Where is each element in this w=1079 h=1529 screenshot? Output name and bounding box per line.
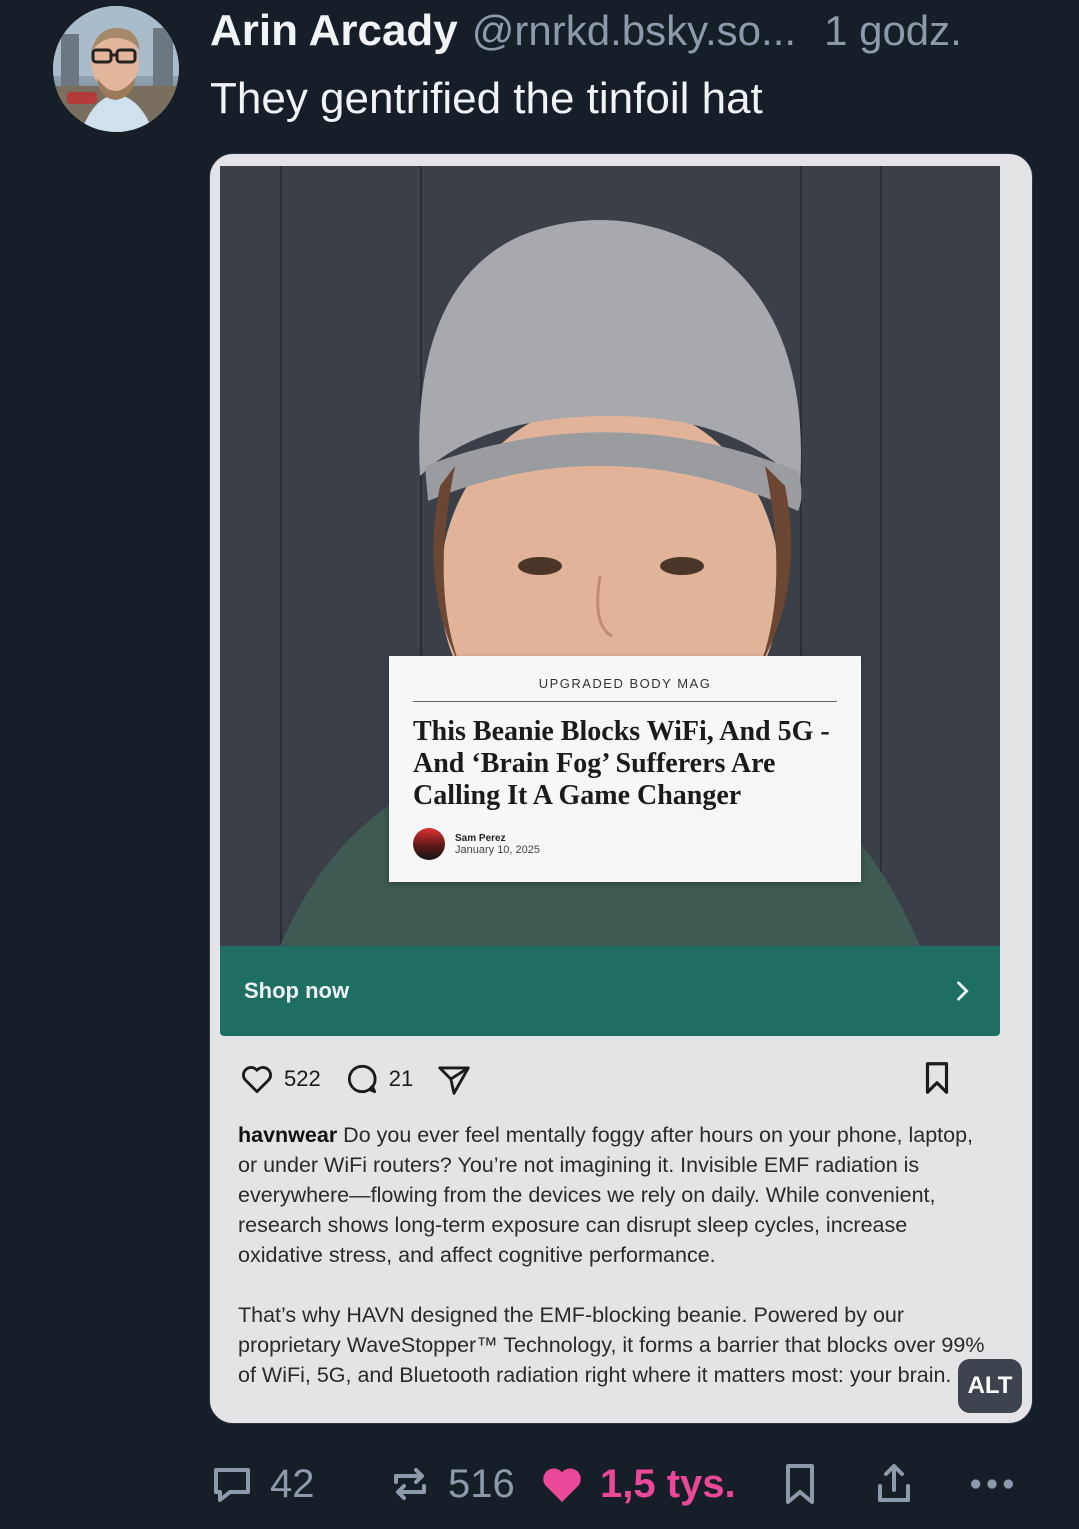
heart-outline-icon <box>242 1066 272 1094</box>
send-icon <box>438 1066 470 1095</box>
comment-icon <box>347 1064 377 1094</box>
ad-like: 522 <box>238 1060 321 1098</box>
article-headline: This Beanie Blocks WiFi, And 5G - And ‘B… <box>413 716 830 811</box>
ad-caption: havnwear Do you ever feel mentally foggy… <box>238 1120 998 1390</box>
avatar-image <box>53 6 179 132</box>
like-count: 1,5 tys. <box>600 1461 736 1506</box>
post-actions: 42 516 1,5 tys. <box>208 1460 1038 1520</box>
magazine-name: UPGRADED BODY MAG <box>413 676 837 702</box>
repost-count: 516 <box>448 1461 515 1506</box>
reply-icon <box>214 1468 250 1502</box>
shop-now-label: Shop now <box>244 978 350 1003</box>
heart-icon <box>543 1468 581 1502</box>
reply-button[interactable]: 42 <box>208 1460 315 1508</box>
share-button[interactable] <box>870 1460 918 1508</box>
bookmark-button[interactable] <box>776 1460 824 1508</box>
post-timestamp[interactable]: 1 godz. <box>824 7 962 55</box>
post-header: Arin Arcady @rnrkd.bsky.so... 1 godz. <box>210 6 1049 60</box>
ad-comment-count: 21 <box>388 1066 414 1091</box>
bookmark-icon <box>786 1464 814 1504</box>
reply-count: 42 <box>270 1461 315 1506</box>
byline-avatar <box>413 828 445 860</box>
ad-actions: 522 21 <box>238 1059 978 1099</box>
more-icon <box>971 1479 1013 1489</box>
caption-paragraph-1: Do you ever feel mentally foggy after ho… <box>238 1123 974 1267</box>
alt-text-button[interactable]: ALT <box>958 1359 1022 1413</box>
caption-paragraph-2: That’s why HAVN designed the EMF-blockin… <box>238 1303 985 1387</box>
author-handle[interactable]: @rnrkd.bsky.so... <box>472 7 796 55</box>
ad-like-count: 522 <box>284 1066 321 1091</box>
ad-comment: 21 <box>343 1060 413 1098</box>
shop-now-bar: Shop now <box>220 946 1000 1036</box>
like-button[interactable]: 1,5 tys. <box>538 1460 736 1508</box>
byline-author: Sam Perez <box>455 832 506 844</box>
article-card: UPGRADED BODY MAG This Beanie Blocks WiF… <box>389 656 861 882</box>
caption-username: havnwear <box>238 1123 338 1147</box>
article-byline: Sam Perez January 10, 2025 <box>413 828 837 860</box>
more-options-button[interactable] <box>964 1460 1020 1508</box>
author-avatar[interactable] <box>53 6 179 132</box>
ad-send <box>435 1060 473 1098</box>
author-name[interactable]: Arin Arcady <box>210 6 458 56</box>
save-icon <box>925 1062 949 1094</box>
ad-save <box>918 1059 956 1097</box>
ad-photo: UPGRADED BODY MAG This Beanie Blocks WiF… <box>220 166 1000 946</box>
post-text: They gentrified the tinfoil hat <box>210 74 763 123</box>
post-image[interactable]: UPGRADED BODY MAG This Beanie Blocks WiF… <box>209 153 1033 1424</box>
share-icon <box>878 1464 910 1502</box>
repost-icon <box>394 1468 426 1500</box>
byline-date: January 10, 2025 <box>455 843 541 856</box>
repost-button[interactable]: 516 <box>386 1460 515 1508</box>
chevron-right-icon <box>957 981 969 1001</box>
